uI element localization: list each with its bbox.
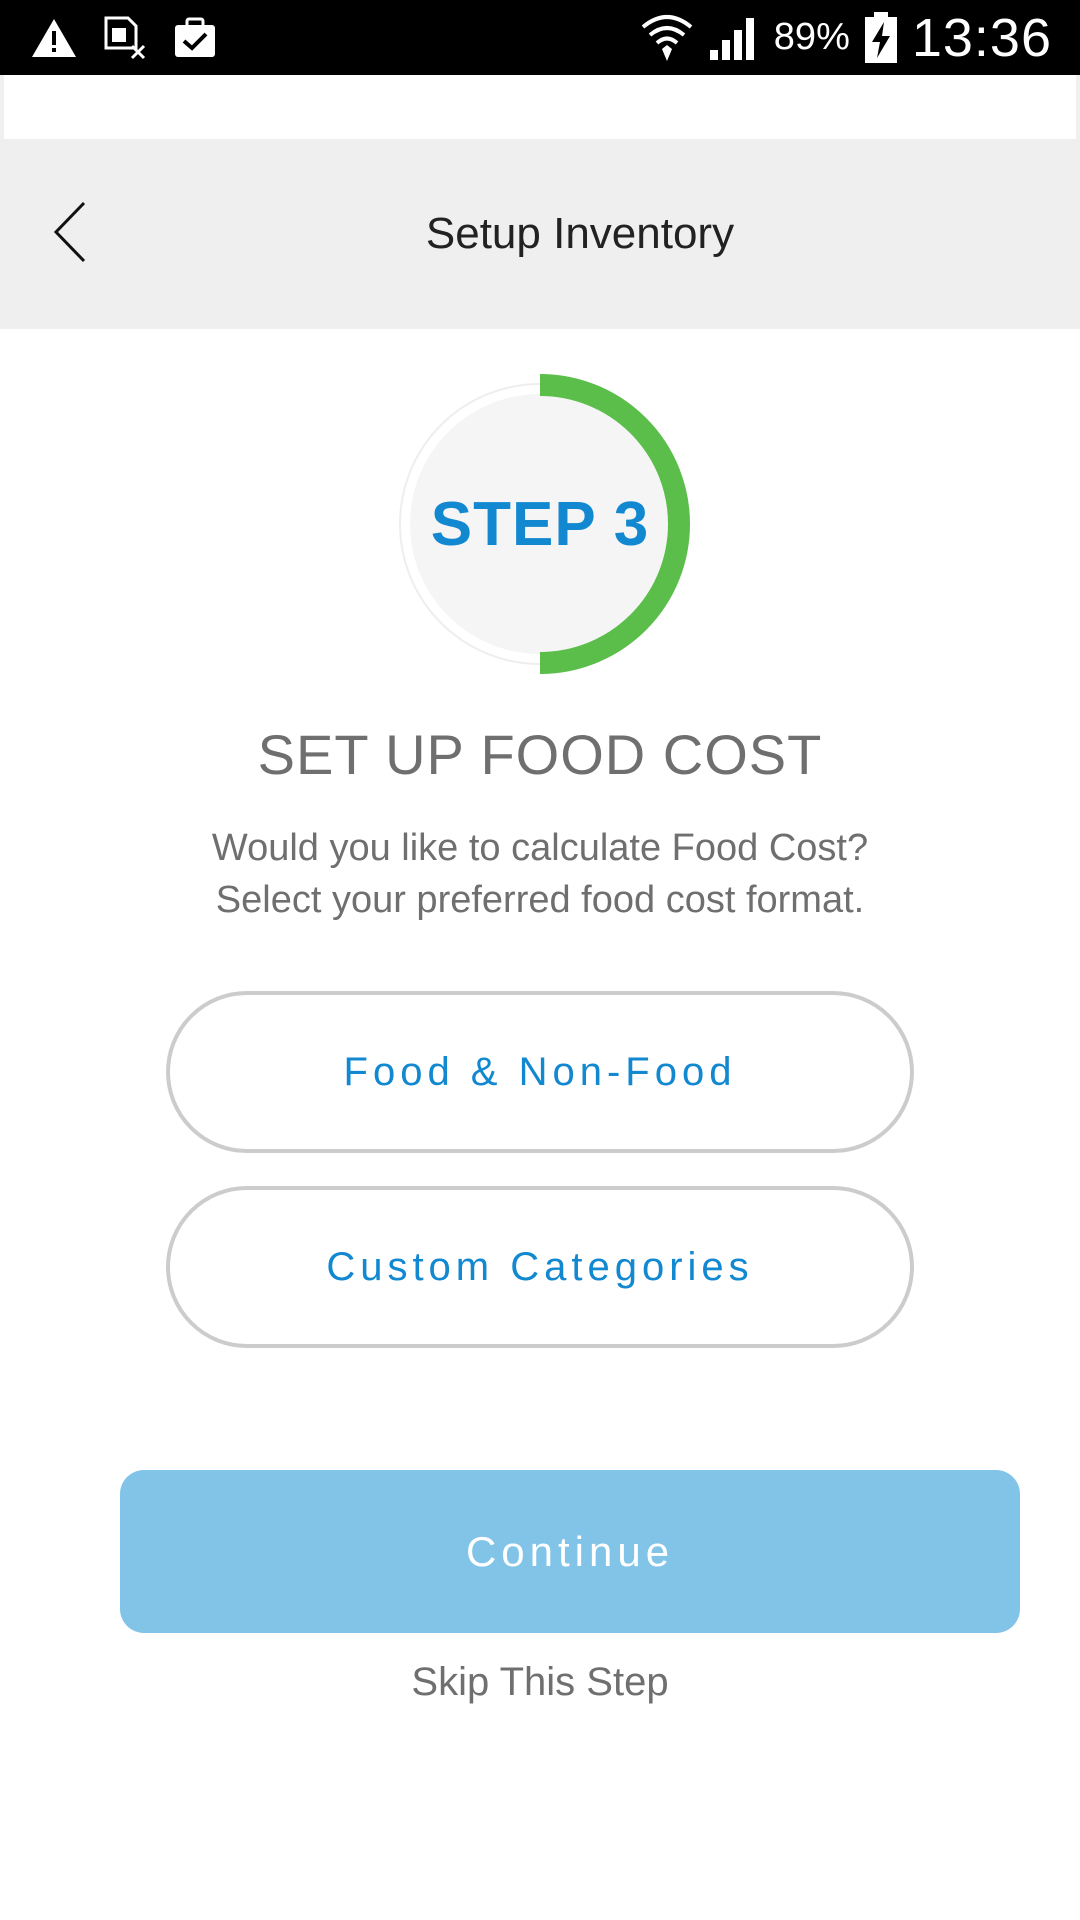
clock: 13:36	[911, 7, 1052, 68]
top-strip	[0, 75, 1080, 139]
food-non-food-button[interactable]: Food & Non-Food	[166, 991, 914, 1153]
status-bar: 89% 13:36	[0, 0, 1080, 75]
description: Would you like to calculate Food Cost? S…	[0, 822, 1080, 926]
warning-icon	[30, 17, 78, 59]
signal-icon	[708, 14, 760, 62]
section-title: SET UP FOOD COST	[257, 723, 823, 786]
battery-percent: 89%	[773, 16, 850, 58]
skip-step-link[interactable]: Skip This Step	[0, 1660, 1080, 1705]
page-title: Setup Inventory	[0, 139, 1080, 329]
continue-button[interactable]: Continue	[120, 1470, 1020, 1633]
header: Setup Inventory	[0, 139, 1080, 329]
page-title-text: Setup Inventory	[425, 209, 735, 258]
step-label: STEP 3	[430, 489, 650, 559]
description-line-1: Would you like to calculate Food Cost?	[211, 827, 869, 869]
description-line-2: Select your preferred food cost format.	[215, 879, 865, 921]
sim-off-icon	[102, 16, 148, 60]
custom-categories-button[interactable]: Custom Categories	[166, 1186, 914, 1348]
wifi-icon	[640, 13, 694, 63]
clipboard-check-icon	[172, 17, 218, 59]
battery-charging-icon	[864, 11, 898, 64]
step-progress-ring: STEP 3	[390, 374, 690, 674]
